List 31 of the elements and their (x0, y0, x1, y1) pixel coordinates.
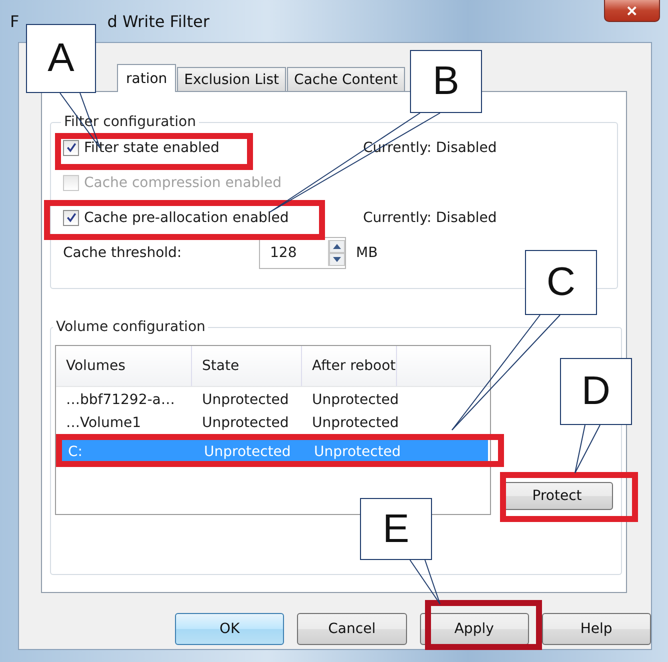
callout-label: D (560, 358, 632, 425)
dialog-button[interactable]: Help (542, 613, 651, 645)
column-header[interactable]: State (192, 346, 302, 386)
status-text: Currently: Disabled (363, 210, 497, 226)
leader-line (574, 424, 600, 474)
spin-field[interactable]: 128 (259, 236, 346, 268)
list-row[interactable]: …bbf71292-a… Unprotected Unprotected (56, 387, 490, 413)
check-icon (66, 142, 76, 153)
unit-label: MB (356, 244, 378, 260)
callout-label: B (410, 50, 482, 113)
checkbox[interactable]: Cache pre-allocation enabled (63, 210, 363, 226)
callout-label: A (26, 24, 96, 93)
dialog-button[interactable]: Cancel (297, 613, 406, 645)
column-header[interactable]: Volumes (56, 346, 192, 386)
callout-label: E (360, 498, 432, 560)
check-icon (66, 212, 76, 223)
tab[interactable]: Exclusion List (177, 67, 286, 91)
close-button[interactable]: ✕ (604, 0, 660, 22)
leader-line (410, 560, 440, 604)
tab[interactable]: Cache Content (287, 67, 405, 91)
checkbox[interactable]: Filter state enabled (63, 140, 363, 156)
window-title: d Write Filter (107, 12, 210, 30)
column-header[interactable]: After reboot (302, 346, 397, 386)
group-title: Volume configuration (55, 319, 206, 335)
field-label: Cache threshold: (63, 244, 183, 260)
window-title: F (10, 12, 20, 30)
callout-label: C (525, 250, 597, 315)
dialog-button[interactable]: OK (175, 613, 284, 645)
dialog-button[interactable]: Apply (420, 613, 529, 645)
list-row[interactable]: …Volume1 Unprotected Unprotected (56, 413, 490, 439)
tab[interactable]: ration (117, 64, 176, 92)
